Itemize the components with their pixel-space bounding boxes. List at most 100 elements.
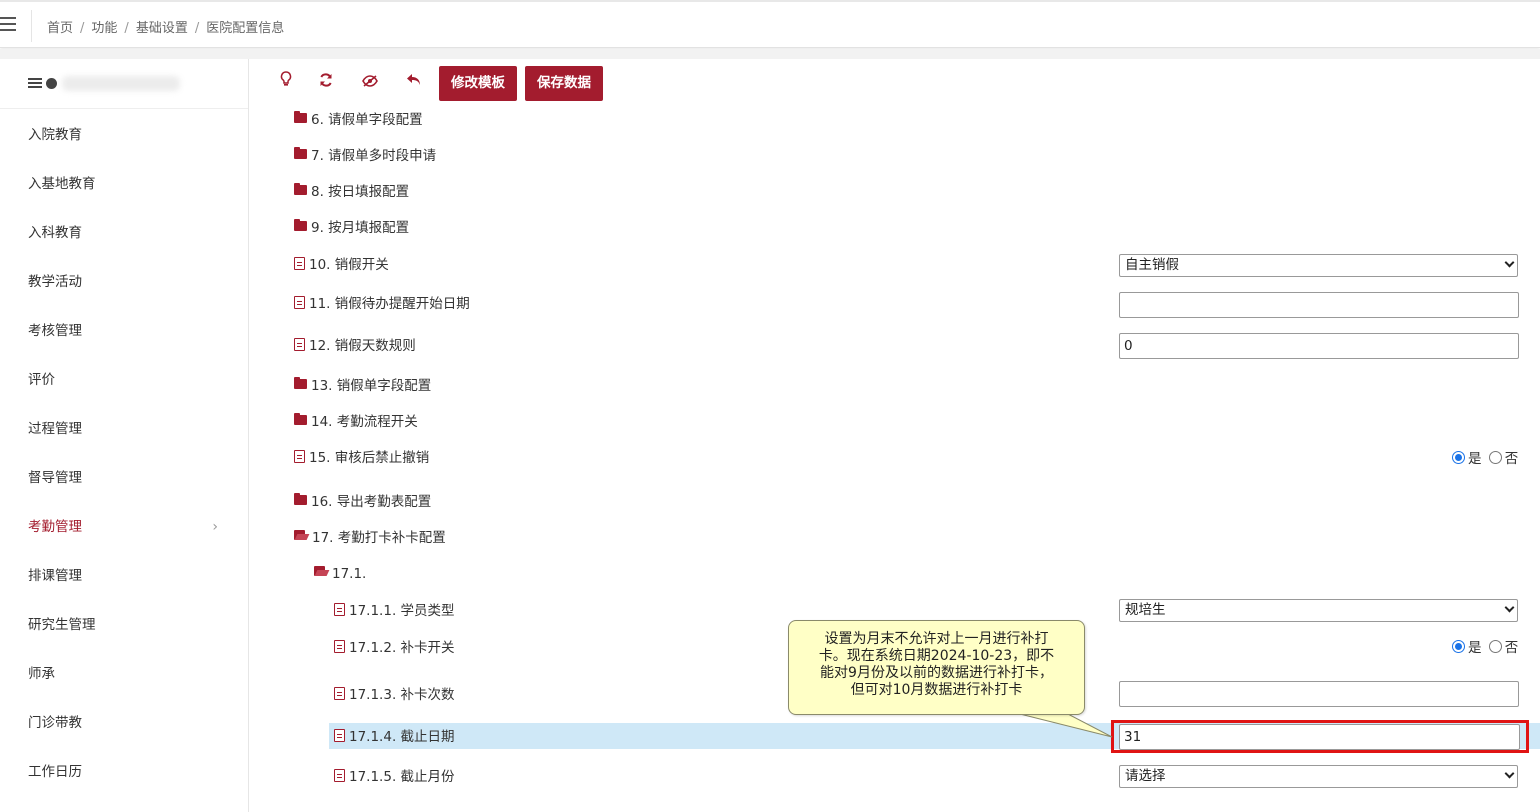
radio-no[interactable] <box>1488 450 1502 464</box>
tree-row-8[interactable]: 8. 按日填报配置 <box>250 181 1540 207</box>
user-avatar-icon <box>46 78 57 89</box>
save-data-button[interactable]: 保存数据 <box>525 66 603 101</box>
tree-row-6[interactable]: 6. 请假单字段配置 <box>250 109 1540 135</box>
user-name-redacted <box>62 76 180 91</box>
sidebar-item-graduate[interactable]: 研究生管理 <box>0 601 248 650</box>
folder-icon <box>294 147 307 159</box>
tree-label: 13. 销假单字段配置 <box>311 378 432 394</box>
sidebar-item-label: 考勤管理 <box>28 519 82 535</box>
sidebar-item-attendance[interactable]: 考勤管理 › <box>0 503 248 552</box>
sidebar-item-admission-education[interactable]: 入院教育 <box>0 111 248 160</box>
sidebar-item-label: 工作日历 <box>28 764 82 780</box>
tree-label: 17.1.4. 截止日期 <box>349 729 455 745</box>
file-icon <box>294 337 305 351</box>
prevent-revoke-radio-group: 是 否 <box>1452 449 1518 475</box>
sidebar-item-teaching-activity[interactable]: 教学活动 <box>0 258 248 307</box>
sidebar-item-label: 评价 <box>28 372 55 388</box>
chevron-down-icon <box>1504 257 1515 268</box>
breadcrumb-basic-settings[interactable]: 基础设置 <box>136 21 188 36</box>
tree-label: 16. 导出考勤表配置 <box>311 494 432 510</box>
file-icon <box>334 768 345 782</box>
tree-label: 11. 销假待办提醒开始日期 <box>309 296 470 312</box>
tree-row-17[interactable]: 17. 考勤打卡补卡配置 <box>250 527 1540 553</box>
leave-cancel-switch-select[interactable]: 自主销假 <box>1119 254 1518 277</box>
header-spacer <box>0 49 1540 59</box>
radio-yes[interactable] <box>1452 639 1465 653</box>
tree-label: 8. 按日填报配置 <box>311 184 410 200</box>
radio-yes-label: 是 <box>1468 640 1482 656</box>
file-icon <box>334 728 345 742</box>
breadcrumb-home[interactable]: 首页 <box>47 21 73 36</box>
sidebar-item-work-calendar[interactable]: 工作日历 <box>0 748 248 797</box>
tree-label: 12. 销假天数规则 <box>309 338 416 354</box>
tree-row-9[interactable]: 9. 按月填报配置 <box>250 217 1540 243</box>
folder-icon <box>294 493 307 505</box>
tree-row-13[interactable]: 13. 销假单字段配置 <box>250 375 1540 401</box>
file-icon <box>294 295 305 309</box>
callout-line-4: 但可对10月数据进行补打卡 <box>850 682 1023 698</box>
student-type-select[interactable]: 规培生 <box>1119 599 1518 622</box>
sidebar-item-base-education[interactable]: 入基地教育 <box>0 160 248 209</box>
list-icon <box>28 78 42 89</box>
sidebar-item-mentorship[interactable]: 师承 <box>0 650 248 699</box>
refresh-icon[interactable] <box>313 70 339 96</box>
toolbar: 修改模板 保存数据 <box>250 59 1540 109</box>
sidebar-item-outpatient-teaching[interactable]: 门诊带教 <box>0 699 248 748</box>
file-icon <box>294 256 305 270</box>
folder-open-icon <box>314 566 328 577</box>
divider <box>31 10 32 42</box>
top-bar: 首页 / 功能 / 基础设置 / 医院配置信息 <box>0 0 1540 48</box>
radio-yes[interactable] <box>1452 450 1465 464</box>
sidebar-item-department-education[interactable]: 入科教育 <box>0 209 248 258</box>
sidebar-item-process-management[interactable]: 过程管理 <box>0 405 248 454</box>
edit-template-button[interactable]: 修改模板 <box>439 66 517 101</box>
breadcrumb: 首页 / 功能 / 基础设置 / 医院配置信息 <box>47 21 285 36</box>
tree-label: 17.1.3. 补卡次数 <box>349 687 455 703</box>
file-icon <box>334 639 345 653</box>
tree-label: 7. 请假单多时段申请 <box>311 148 437 164</box>
tree-label: 6. 请假单字段配置 <box>311 112 423 128</box>
breadcrumb-current: 医院配置信息 <box>206 21 285 36</box>
tree-row-17-1[interactable]: 17.1. <box>250 563 1540 589</box>
sidebar-item-supervision[interactable]: 督导管理 <box>0 454 248 503</box>
leave-cancel-days-rule-input[interactable]: 0 <box>1119 333 1519 359</box>
radio-no-label: 否 <box>1504 451 1519 467</box>
select-value: 请选择 <box>1125 768 1166 784</box>
radio-yes-label: 是 <box>1468 451 1482 467</box>
user-panel <box>0 59 248 109</box>
menu-toggle-icon[interactable] <box>0 17 16 31</box>
sidebar-item-evaluation[interactable]: 评价 <box>0 356 248 405</box>
sidebar-item-scheduling[interactable]: 排课管理 <box>0 552 248 601</box>
sidebar-item-label: 入院教育 <box>28 127 82 143</box>
sidebar-item-exam-management[interactable]: 考核管理 <box>0 307 248 356</box>
select-value: 自主销假 <box>1125 257 1179 273</box>
file-icon <box>334 602 345 616</box>
radio-no[interactable] <box>1488 639 1502 653</box>
tree-label: 15. 审核后禁止撤销 <box>309 450 430 466</box>
tree-row-14[interactable]: 14. 考勤流程开关 <box>250 411 1540 437</box>
sidebar-item-label: 师承 <box>28 666 55 682</box>
tree-row-16[interactable]: 16. 导出考勤表配置 <box>250 491 1540 517</box>
sidebar: 入院教育 入基地教育 入科教育 教学活动 考核管理 评价 过程管理 督导管理 考… <box>0 59 249 812</box>
sidebar-item-label: 教学活动 <box>28 274 82 290</box>
folder-icon <box>294 377 307 389</box>
deadline-month-select[interactable]: 请选择 <box>1119 765 1518 788</box>
file-icon <box>334 686 345 700</box>
sidebar-item-label: 督导管理 <box>28 470 82 486</box>
sidebar-item-label: 排课管理 <box>28 568 82 584</box>
folder-icon <box>294 183 307 195</box>
eye-slash-icon[interactable] <box>357 70 383 96</box>
makeup-count-input[interactable] <box>1119 681 1519 707</box>
bulb-icon[interactable] <box>273 70 299 96</box>
callout-line-3: 能对9月份及以前的数据进行补打卡， <box>820 665 1053 681</box>
leave-cancel-reminder-date-input[interactable] <box>1119 292 1519 318</box>
annotation-highlight-box <box>1111 720 1529 753</box>
tree-label: 9. 按月填报配置 <box>311 220 410 236</box>
tree-label: 17.1.1. 学员类型 <box>349 603 455 619</box>
breadcrumb-function[interactable]: 功能 <box>91 21 117 36</box>
tree-row-7[interactable]: 7. 请假单多时段申请 <box>250 145 1540 171</box>
folder-icon <box>294 413 307 425</box>
chevron-down-icon <box>1504 768 1515 779</box>
undo-icon[interactable] <box>401 70 427 96</box>
sidebar-item-label: 入科教育 <box>28 225 82 241</box>
